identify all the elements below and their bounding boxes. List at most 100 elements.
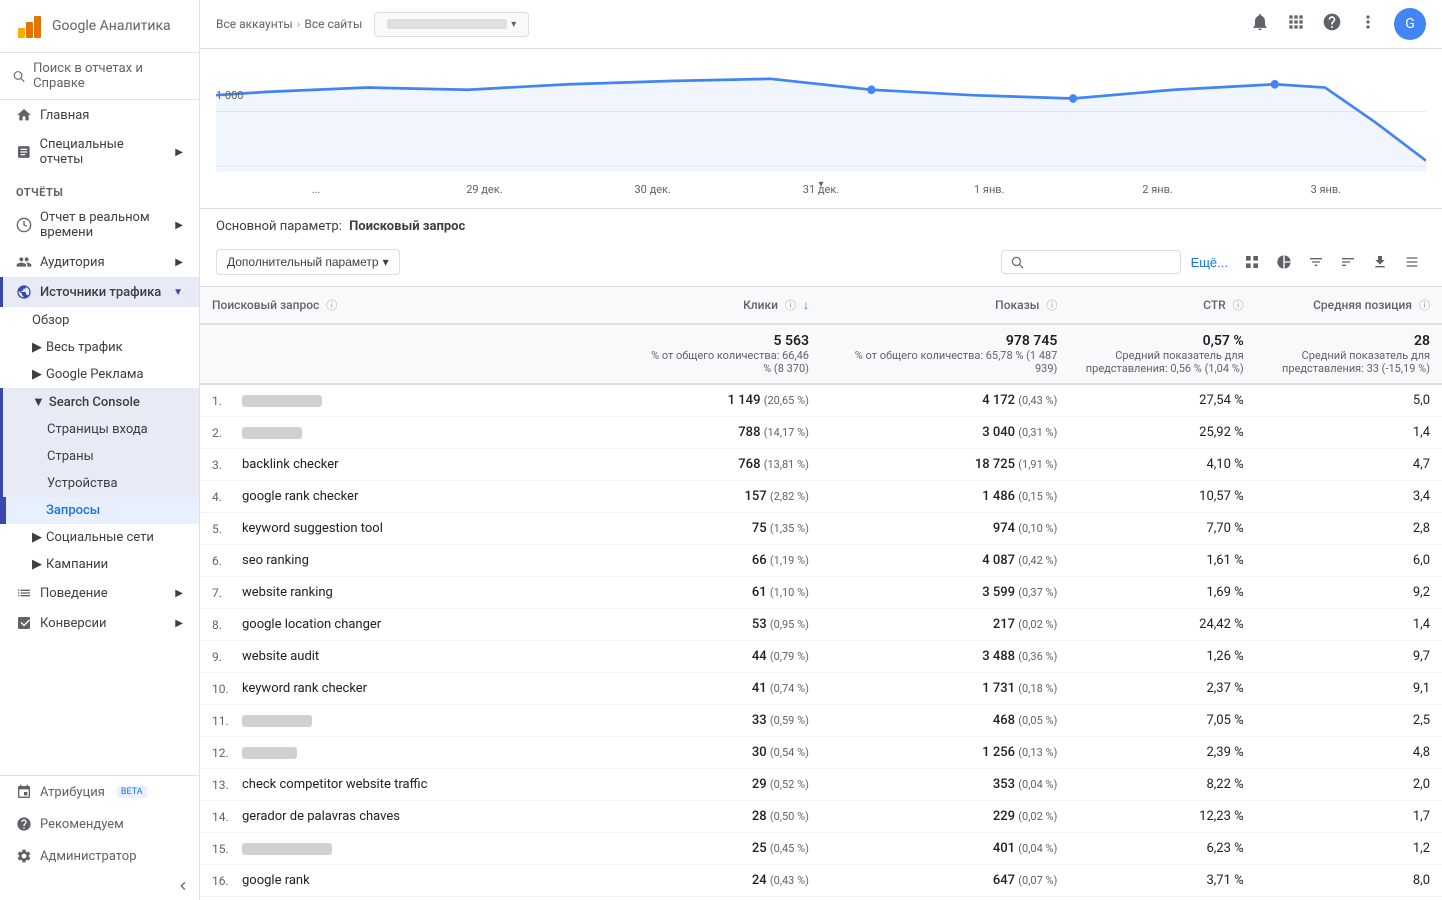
chart-dropdown-indicator[interactable]: ▾ (818, 179, 823, 190)
table-icon-sort[interactable] (1334, 248, 1362, 276)
istochniki-icon (16, 284, 32, 300)
ctr-val-11: 2,39 % (1206, 745, 1243, 760)
sidebar-item-stranicy-vhoda[interactable]: Страницы входа (3, 416, 199, 443)
realtime-expand-icon: ▶ (175, 220, 183, 231)
col-header-avg-pos[interactable]: Средняя позиция ⓘ (1256, 287, 1442, 324)
row-num-13: 14. (212, 810, 236, 824)
collapse-sidebar-btn[interactable] (0, 872, 199, 900)
avgpos-val-3: 3,4 (1413, 489, 1430, 504)
shows-pct-0: (0,43 %) (1018, 394, 1057, 407)
sidebar-item-povedenie[interactable]: Поведение ▶ (0, 578, 199, 608)
table-row: 10.keyword rank checker41 (0,74 %)1 731 … (200, 673, 1442, 705)
sidebar-item-istochniki[interactable]: Источники трафика ▼ (0, 277, 199, 307)
avgpos-val-4: 2,8 (1413, 521, 1430, 536)
ctr-val-10: 7,05 % (1206, 713, 1243, 728)
esche-btn[interactable]: Ещё... (1185, 251, 1234, 274)
table-search-box[interactable] (1001, 250, 1181, 274)
query-text-2: backlink checker (242, 457, 339, 472)
sidebar-item-special-label: Специальные отчеты (40, 137, 168, 167)
shows-pct-7: (0,02 %) (1018, 618, 1057, 631)
cell-query-0: 1. (200, 384, 635, 417)
konversii-icon (16, 615, 32, 631)
cell-avgpos-9: 9,1 (1256, 673, 1442, 705)
breadcrumb-sep1: › (297, 17, 301, 31)
cell-shows-5: 4 087 (0,42 %) (821, 545, 1069, 577)
cell-ctr-2: 4,10 % (1069, 449, 1255, 481)
sidebar-item-ustrojstva[interactable]: Устройства (3, 470, 199, 497)
breadcrumb-all-accounts[interactable]: Все аккаунты (216, 17, 293, 31)
grid-icon[interactable] (1286, 12, 1306, 37)
clicks-val-3: 157 (744, 489, 766, 504)
reports-section-label: ОТЧЁТЫ (0, 174, 199, 203)
sidebar-item-kampanii[interactable]: ▶ Кампании (0, 551, 199, 578)
clicks-pct-15: (0,43 %) (770, 874, 809, 887)
sidebar-item-search-console[interactable]: ▼ Search Console (3, 388, 199, 416)
shows-val-7: 217 (993, 617, 1015, 632)
totals-clicks-value: 5 563 (647, 333, 809, 349)
sidebar-item-strany[interactable]: Страны (3, 443, 199, 470)
sidebar-item-audience[interactable]: Аудитория ▶ (0, 247, 199, 277)
ctr-val-8: 1,26 % (1206, 649, 1243, 664)
help-icon[interactable] (1322, 12, 1342, 37)
row-num-8: 9. (212, 650, 236, 664)
query-text-12: check competitor website traffic (242, 777, 427, 792)
clicks-pct-6: (1,10 %) (770, 586, 809, 599)
col-header-query[interactable]: Поисковый запрос ⓘ (200, 287, 635, 324)
sidebar-item-atribuciya[interactable]: Атрибуция BETA (0, 776, 199, 808)
more-vert-icon[interactable] (1358, 12, 1378, 37)
sidebar-item-google-reklama[interactable]: ▶ Google Реклама (0, 361, 199, 388)
sidebar-item-ves-trafik[interactable]: ▶ Весь трафик (0, 334, 199, 361)
shows-val-1: 3 040 (982, 425, 1015, 440)
table-icon-filter[interactable] (1302, 248, 1330, 276)
sidebar-item-socialnye-seti-label: Социальные сети (46, 530, 154, 545)
sidebar-item-home[interactable]: Главная (0, 100, 199, 130)
cell-ctr-13: 12,23 % (1069, 801, 1255, 833)
avatar[interactable]: G (1394, 8, 1426, 40)
sidebar-item-rekomenduem-label: Рекомендуем (40, 817, 124, 832)
col-header-clicks[interactable]: Клики ⓘ ↓ (635, 287, 821, 324)
table-row: 6.seo ranking66 (1,19 %)4 087 (0,42 %)1,… (200, 545, 1442, 577)
sidebar-item-realtime[interactable]: Отчет в реальномвремени ▶ (0, 203, 199, 247)
cell-shows-13: 229 (0,02 %) (821, 801, 1069, 833)
sidebar-item-special[interactable]: Специальные отчеты ▶ (0, 130, 199, 174)
cell-ctr-4: 7,70 % (1069, 513, 1255, 545)
table-row: 15.25 (0,45 %)401 (0,04 %)6,23 %1,2 (200, 833, 1442, 865)
ctr-val-9: 2,37 % (1206, 681, 1243, 696)
clicks-pct-3: (2,82 %) (770, 490, 809, 503)
clicks-val-0: 1 149 (728, 393, 761, 408)
table-icon-pie[interactable] (1270, 248, 1298, 276)
query-text-7: google location changer (242, 617, 381, 632)
x-label-1: 29 дек. (400, 183, 568, 196)
table-row: 7.website ranking61 (1,10 %)3 599 (0,37 … (200, 577, 1442, 609)
date-selector[interactable]: ▾ (374, 12, 529, 37)
table-icon-download[interactable] (1366, 248, 1394, 276)
clicks-val-1: 788 (738, 425, 760, 440)
sidebar-logo[interactable]: Google Аналитика (16, 12, 171, 40)
clicks-val-9: 41 (752, 681, 767, 696)
sidebar-item-konversii[interactable]: Конверсии ▶ (0, 608, 199, 638)
sidebar-item-rekomenduem[interactable]: Рекомендуем (0, 808, 199, 840)
sidebar-bottom: Атрибуция BETA Рекомендуем Администратор (0, 775, 199, 900)
search-placeholder: Поиск в отчетах и Справке (33, 61, 187, 91)
data-table: Поисковый запрос ⓘ Клики ⓘ ↓ Показы ⓘ CT… (200, 287, 1442, 900)
cell-avgpos-15: 8,0 (1256, 865, 1442, 897)
rekomenduem-icon (16, 816, 32, 832)
breadcrumb-all-sites[interactable]: Все сайты (304, 17, 362, 31)
secondary-param-btn[interactable]: Дополнительный параметр ▾ (216, 249, 400, 275)
notification-icon[interactable] (1250, 12, 1270, 37)
sidebar-item-obzor[interactable]: Обзор (0, 307, 199, 334)
clicks-val-4: 75 (752, 521, 767, 536)
col-header-shows[interactable]: Показы ⓘ (821, 287, 1069, 324)
sidebar-item-zaprosy[interactable]: Запросы (3, 497, 199, 524)
totals-avgpos-value: 28 (1268, 333, 1430, 349)
sidebar-search[interactable]: Поиск в отчетах и Справке (0, 53, 199, 100)
sidebar-item-administrator[interactable]: Администратор (0, 840, 199, 872)
col-header-ctr[interactable]: CTR ⓘ (1069, 287, 1255, 324)
cell-query-3: 4.google rank checker (200, 481, 635, 513)
shows-pct-3: (0,15 %) (1018, 490, 1057, 503)
shows-val-9: 1 731 (982, 681, 1015, 696)
sidebar-item-socialnye-seti[interactable]: ▶ Социальные сети (0, 524, 199, 551)
table-icon-more[interactable] (1398, 248, 1426, 276)
table-icon-grid[interactable] (1238, 248, 1266, 276)
table-row: 16.google rank24 (0,43 %)647 (0,07 %)3,7… (200, 865, 1442, 897)
